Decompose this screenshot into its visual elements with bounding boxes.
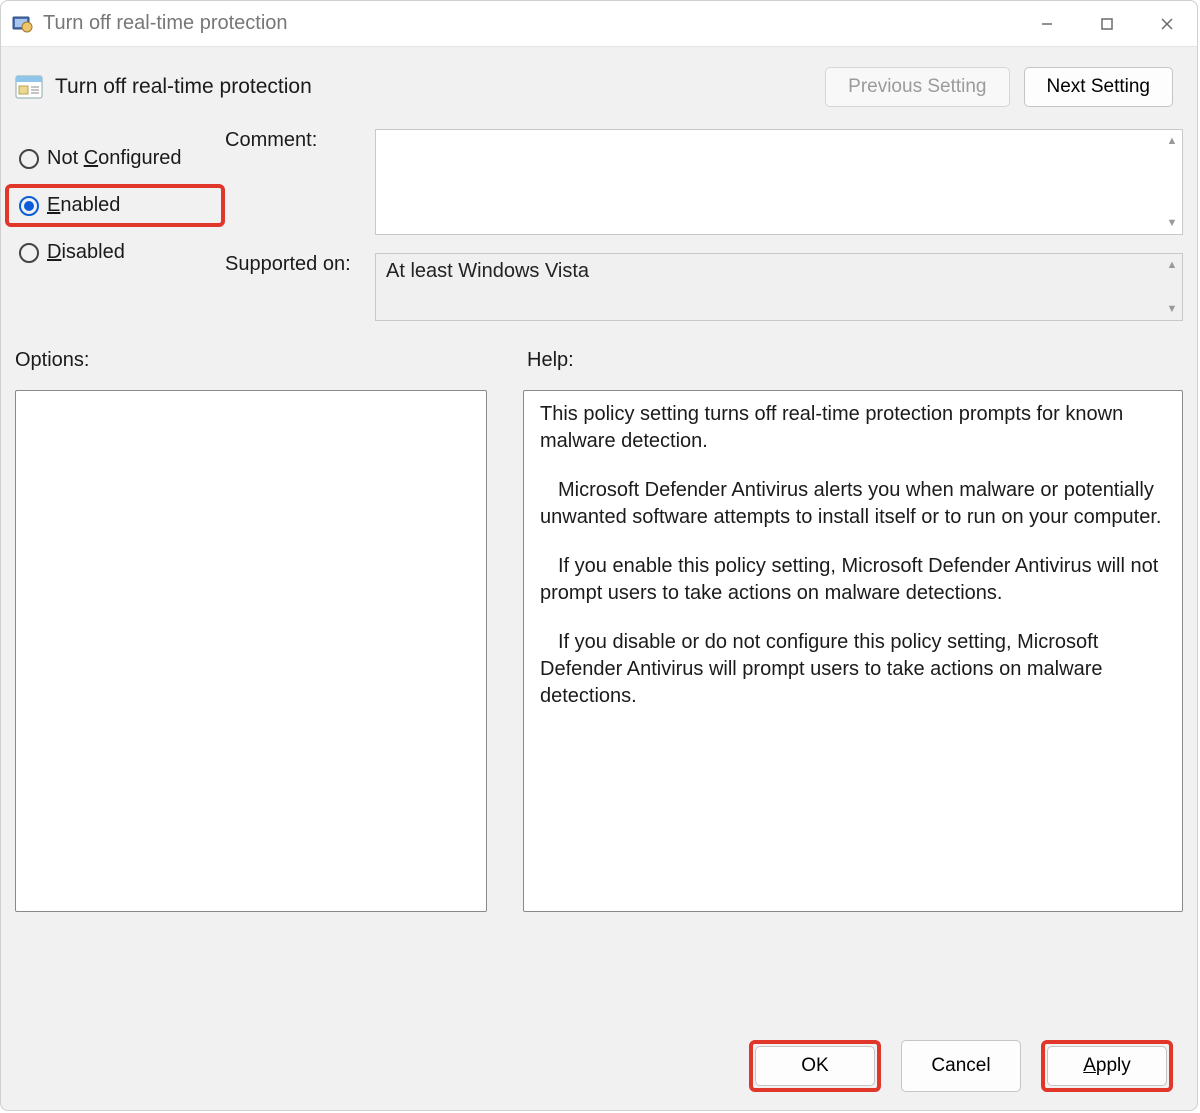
options-label: Options:: [15, 349, 487, 372]
cancel-button[interactable]: Cancel: [901, 1040, 1021, 1092]
scroll-up-icon[interactable]: ▲: [1165, 134, 1179, 148]
policy-editor-window: Turn off real-time protection: [0, 0, 1198, 1111]
help-pane: This policy setting turns off real-time …: [523, 390, 1183, 912]
ok-button[interactable]: OK: [755, 1046, 875, 1086]
footer-buttons: OK Cancel Apply: [749, 1040, 1173, 1092]
maximize-button[interactable]: [1077, 1, 1137, 47]
help-paragraph: If you enable this policy setting, Micro…: [540, 553, 1166, 607]
help-label: Help:: [527, 349, 574, 372]
radio-not-configured[interactable]: Not Configured: [15, 133, 225, 184]
radio-icon: [19, 243, 39, 263]
state-radios: Not Configured Enabled Disabled: [15, 125, 225, 339]
app-icon: [11, 13, 33, 35]
radio-label: Disabled: [47, 241, 125, 264]
close-button[interactable]: [1137, 1, 1197, 47]
scroll-down-icon[interactable]: ▼: [1165, 302, 1179, 316]
supported-label: Supported on:: [225, 253, 375, 321]
options-pane: [15, 390, 487, 912]
policy-icon: [15, 73, 43, 101]
scroll-up-icon[interactable]: ▲: [1165, 258, 1179, 272]
header-row: Turn off real-time protection Previous S…: [1, 47, 1197, 117]
radio-disabled[interactable]: Disabled: [15, 227, 225, 278]
comment-label: Comment:: [225, 129, 375, 235]
minimize-button[interactable]: [1017, 1, 1077, 47]
supported-on-box: At least Windows Vista ▲ ▼: [375, 253, 1183, 321]
radio-icon: [19, 196, 39, 216]
comment-input[interactable]: ▲ ▼: [375, 129, 1183, 235]
window-title: Turn off real-time protection: [43, 12, 288, 35]
previous-setting-button: Previous Setting: [825, 67, 1009, 107]
radio-label: Enabled: [47, 194, 120, 217]
radio-label: Not Configured: [47, 147, 182, 170]
apply-button[interactable]: Apply: [1047, 1046, 1167, 1086]
policy-title: Turn off real-time protection: [55, 75, 312, 99]
next-setting-button[interactable]: Next Setting: [1024, 67, 1174, 107]
scroll-down-icon[interactable]: ▼: [1165, 216, 1179, 230]
radio-enabled[interactable]: Enabled: [5, 184, 225, 227]
help-paragraph: If you disable or do not configure this …: [540, 629, 1166, 710]
radio-icon: [19, 149, 39, 169]
help-paragraph: Microsoft Defender Antivirus alerts you …: [540, 477, 1166, 531]
title-controls: [1017, 1, 1197, 47]
help-paragraph: This policy setting turns off real-time …: [540, 401, 1166, 455]
titlebar: Turn off real-time protection: [1, 1, 1197, 47]
